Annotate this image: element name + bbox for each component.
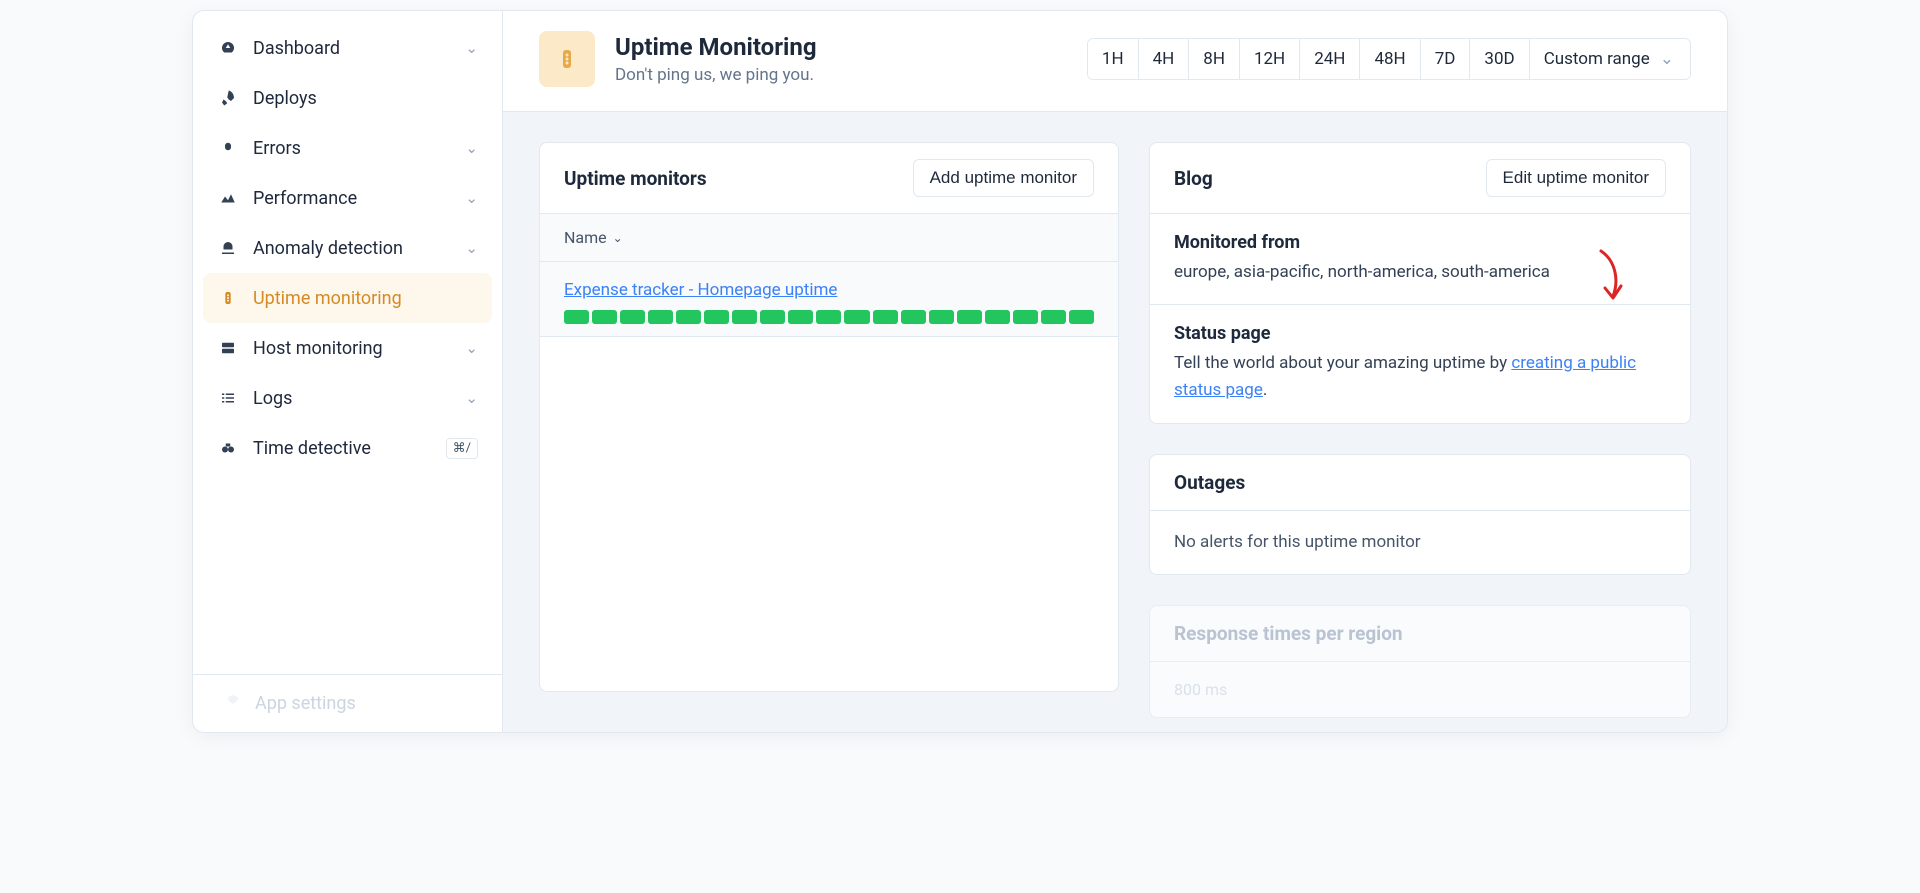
sidebar-label: Uptime monitoring [253,288,402,309]
range-30d[interactable]: 30D [1470,39,1529,79]
gear-icon [225,693,241,714]
response-times-card: Response times per region 800 ms [1149,605,1691,718]
sidebar-label: Time detective [253,438,371,459]
chevron-down-icon: ⌄ [465,39,478,57]
range-48h[interactable]: 48H [1360,39,1420,79]
rocket-icon [217,89,239,107]
edit-monitor-button[interactable]: Edit uptime monitor [1486,159,1666,197]
add-monitor-button[interactable]: Add uptime monitor [913,159,1094,197]
chevron-down-icon: ⌄ [465,239,478,257]
app-window: Dashboard ⌄ Deploys Errors ⌄ Performance… [192,10,1728,733]
topbar: Uptime Monitoring Don't ping us, we ping… [503,11,1727,112]
uptime-bar [844,310,869,324]
status-page-label: Status page [1174,323,1666,344]
outages-title: Outages [1174,471,1245,494]
sidebar: Dashboard ⌄ Deploys Errors ⌄ Performance… [193,11,503,732]
outages-card: Outages No alerts for this uptime monito… [1149,454,1691,575]
sidebar-item-time-detective[interactable]: Time detective ⌘/ [203,423,492,473]
uptime-bar [620,310,645,324]
binoculars-icon [217,439,239,457]
uptime-bars [564,310,1094,324]
monitors-column-header[interactable]: Name ⌄ [540,214,1118,262]
sidebar-item-errors[interactable]: Errors ⌄ [203,123,492,173]
sidebar-label: Dashboard [253,38,340,59]
outages-empty-text: No alerts for this uptime monitor [1150,511,1690,574]
sidebar-item-deploys[interactable]: Deploys [203,73,492,123]
uptime-bar [732,310,757,324]
range-4h[interactable]: 4H [1139,39,1190,79]
uptime-bar [901,310,926,324]
range-8h[interactable]: 8H [1189,39,1240,79]
uptime-bar [929,310,954,324]
monitored-from-label: Monitored from [1174,232,1666,253]
sidebar-label: Errors [253,138,301,159]
sidebar-label: Anomaly detection [253,238,403,259]
monitor-details-card: Blog Edit uptime monitor Monitored from … [1149,142,1691,424]
uptime-bar [788,310,813,324]
uptime-bar [873,310,898,324]
range-12h[interactable]: 12H [1240,39,1300,79]
range-7d[interactable]: 7D [1421,39,1471,79]
sidebar-item-uptime[interactable]: Uptime monitoring [203,273,492,323]
range-1h[interactable]: 1H [1088,39,1139,79]
uptime-bar [1041,310,1066,324]
monitors-title: Uptime monitors [564,167,707,190]
y-axis-tick: 800 ms [1174,680,1666,699]
sidebar-label: Performance [253,188,357,209]
name-column-label: Name [564,228,607,247]
uptime-bar [648,310,673,324]
uptime-bar [564,310,589,324]
uptime-bar [676,310,701,324]
sidebar-item-settings[interactable]: App settings [193,674,502,732]
monitored-from-value: europe, asia-pacific, north-america, sou… [1174,259,1666,286]
uptime-bar [957,310,982,324]
monitors-card: Uptime monitors Add uptime monitor Name … [539,142,1119,692]
settings-label: App settings [255,693,356,714]
page-icon [539,31,595,87]
shortcut-badge: ⌘/ [446,438,478,459]
sidebar-item-host[interactable]: Host monitoring ⌄ [203,323,492,373]
speed-icon [217,189,239,207]
uptime-bar [1069,310,1094,324]
chevron-down-icon: ⌄ [1660,49,1674,69]
lines-icon [217,389,239,407]
chevron-down-icon: ⌄ [465,189,478,207]
sidebar-label: Logs [253,388,292,409]
uptime-bar [760,310,785,324]
page-title: Uptime Monitoring [615,33,817,61]
status-page-text: Tell the world about your amazing uptime… [1174,350,1666,404]
page-subtitle: Don't ping us, we ping you. [615,65,817,85]
sidebar-label: Deploys [253,88,317,109]
chevron-down-icon: ⌄ [465,339,478,357]
main-area: Uptime Monitoring Don't ping us, we ping… [503,11,1727,732]
gauge-icon [217,39,239,57]
content: Uptime monitors Add uptime monitor Name … [503,112,1727,732]
server-icon [217,339,239,357]
uptime-bar [985,310,1010,324]
alarm-icon [217,239,239,257]
sidebar-item-performance[interactable]: Performance ⌄ [203,173,492,223]
uptime-bar [1013,310,1038,324]
chevron-down-icon: ⌄ [465,139,478,157]
monitor-link[interactable]: Expense tracker - Homepage uptime [564,280,837,300]
range-custom[interactable]: Custom range ⌄ [1530,39,1690,79]
sidebar-item-logs[interactable]: Logs ⌄ [203,373,492,423]
time-range-group: 1H 4H 8H 12H 24H 48H 7D 30D Custom range… [1087,38,1691,80]
traffic-light-icon [217,290,239,306]
response-title: Response times per region [1174,622,1403,645]
details-title: Blog [1174,167,1213,190]
range-24h[interactable]: 24H [1300,39,1360,79]
sidebar-item-dashboard[interactable]: Dashboard ⌄ [203,23,492,73]
chevron-down-icon: ⌄ [465,389,478,407]
uptime-bar [704,310,729,324]
uptime-bar [592,310,617,324]
sidebar-item-anomaly[interactable]: Anomaly detection ⌄ [203,223,492,273]
bug-icon [217,139,239,157]
monitor-row[interactable]: Expense tracker - Homepage uptime [540,262,1118,337]
range-custom-label: Custom range [1544,49,1650,69]
sidebar-label: Host monitoring [253,338,383,359]
uptime-bar [816,310,841,324]
chevron-down-icon: ⌄ [613,231,623,245]
